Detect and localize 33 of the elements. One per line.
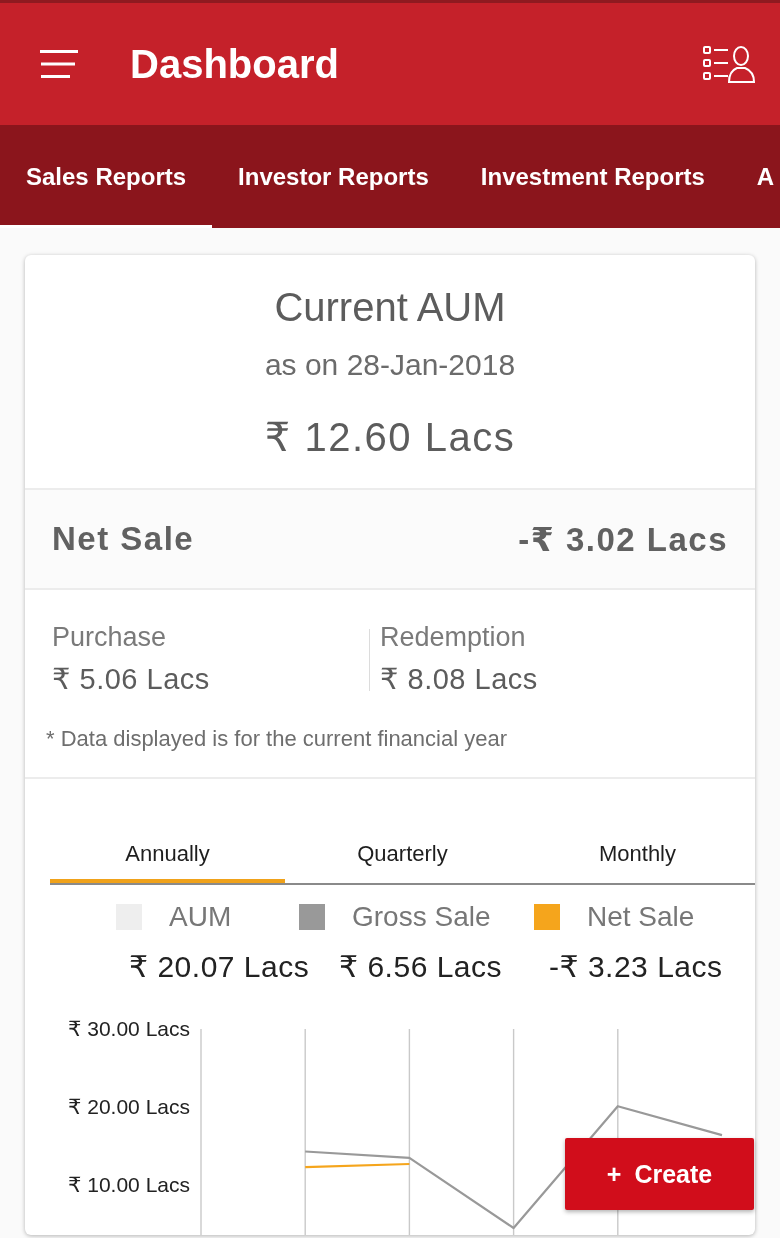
person-list-button[interactable] — [703, 45, 755, 83]
plus-icon: + — [606, 1159, 622, 1189]
breakdown-label: Purchase — [52, 621, 167, 654]
aum-title: Current AUM — [274, 284, 506, 331]
breakdown-label: Redemption — [380, 621, 526, 654]
breakdown-amount: ₹ 5.06 Lacs — [52, 662, 210, 697]
legend-amount: ₹ 6.56 Lacs — [339, 950, 502, 983]
report-tab[interactable]: A — [730, 125, 780, 228]
period-tab[interactable]: Quarterly — [285, 829, 520, 883]
y-axis-label: ₹ 20.00 Lacs — [68, 1095, 190, 1118]
report-tab[interactable]: Investor Reports — [212, 125, 455, 228]
menu-button[interactable] — [40, 50, 78, 78]
net-sale-amount: -₹ 3.02 Lacs — [518, 519, 728, 559]
create-button[interactable]: + Create — [565, 1138, 754, 1210]
y-axis-label: ₹ 10.00 Lacs — [68, 1173, 190, 1197]
aum-amount: ₹ 12.60 Lacs — [264, 414, 516, 460]
period-tab[interactable]: Annually — [50, 829, 285, 883]
legend-label: Net Sale — [587, 900, 695, 934]
legend-amount: ₹ 20.07 Lacs — [129, 950, 310, 983]
legend-amount: -₹ 3.23 Lacs — [549, 950, 723, 983]
person-list-icon — [703, 45, 755, 83]
report-tab[interactable]: Sales Reports — [0, 125, 213, 228]
breakdown-amount: ₹ 8.08 Lacs — [380, 662, 538, 697]
menu-icon — [40, 50, 78, 78]
legend-label: AUM — [169, 900, 232, 934]
report-tab[interactable]: Investment Reports — [454, 125, 731, 228]
y-axis-label: ₹ 30.00 Lacs — [68, 1017, 190, 1040]
footnote-text: * Data displayed is for the current financial year — [46, 725, 507, 753]
aum-date: as on 28-Jan-2018 — [264, 347, 516, 383]
period-tab[interactable]: Monthly — [520, 829, 755, 883]
page-title: Dashboard — [130, 41, 339, 88]
legend-label: Gross Sale — [352, 900, 491, 934]
net-sale-label: Net Sale — [52, 520, 195, 558]
